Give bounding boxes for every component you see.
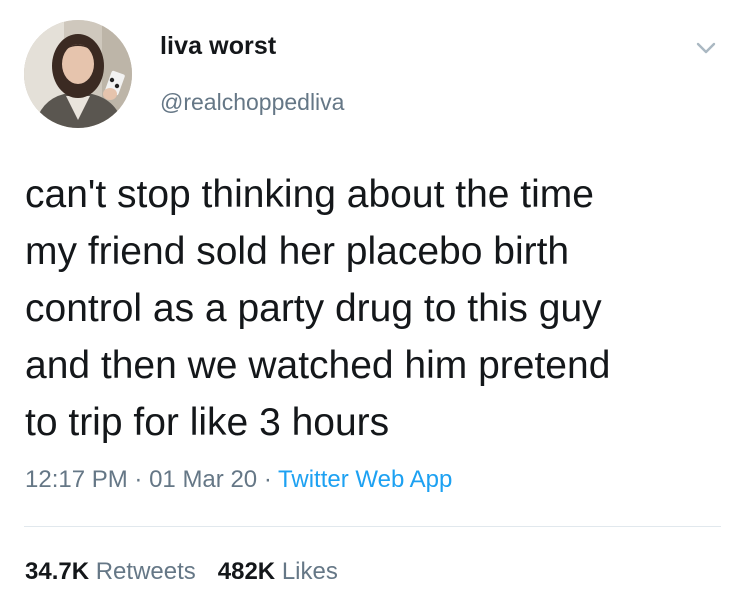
meta-separator: · [263, 466, 272, 493]
profile-photo-icon [24, 20, 132, 128]
tweet-text-line: control as a party drug to this guy [25, 287, 602, 330]
likes-stat[interactable]: 482K Likes [218, 558, 338, 585]
tweet-source-link[interactable]: Twitter Web App [278, 466, 452, 493]
divider [24, 526, 721, 527]
tweet-card: liva worst @realchoppedliva can't stop t… [0, 0, 735, 610]
tweet-date[interactable]: 01 Mar 20 [149, 466, 257, 493]
tweet-stats: 34.7K Retweets 482K Likes [25, 558, 338, 586]
tweet-text-line: can't stop thinking about the time [25, 173, 594, 216]
tweet-text-line: to trip for like 3 hours [25, 401, 390, 444]
user-handle[interactable]: @realchoppedliva [160, 89, 344, 116]
tweet-text-line: my friend sold her placebo birth [25, 230, 570, 273]
tweet-time[interactable]: 12:17 PM [25, 466, 128, 493]
tweet-text-line: and then we watched him pretend [25, 344, 611, 387]
avatar[interactable] [24, 20, 132, 128]
tweet-meta: 12:17 PM · 01 Mar 20 · Twitter Web App [25, 466, 452, 494]
likes-label: Likes [281, 558, 338, 585]
display-name[interactable]: liva worst [160, 32, 276, 61]
retweets-count: 34.7K [25, 558, 90, 585]
retweets-stat[interactable]: 34.7K Retweets [25, 558, 196, 585]
tweet-text: can't stop thinking about the time my fr… [25, 166, 725, 451]
retweets-label: Retweets [95, 558, 196, 585]
likes-count: 482K [217, 558, 276, 585]
chevron-down-icon[interactable] [694, 38, 718, 58]
meta-separator: · [134, 466, 143, 493]
